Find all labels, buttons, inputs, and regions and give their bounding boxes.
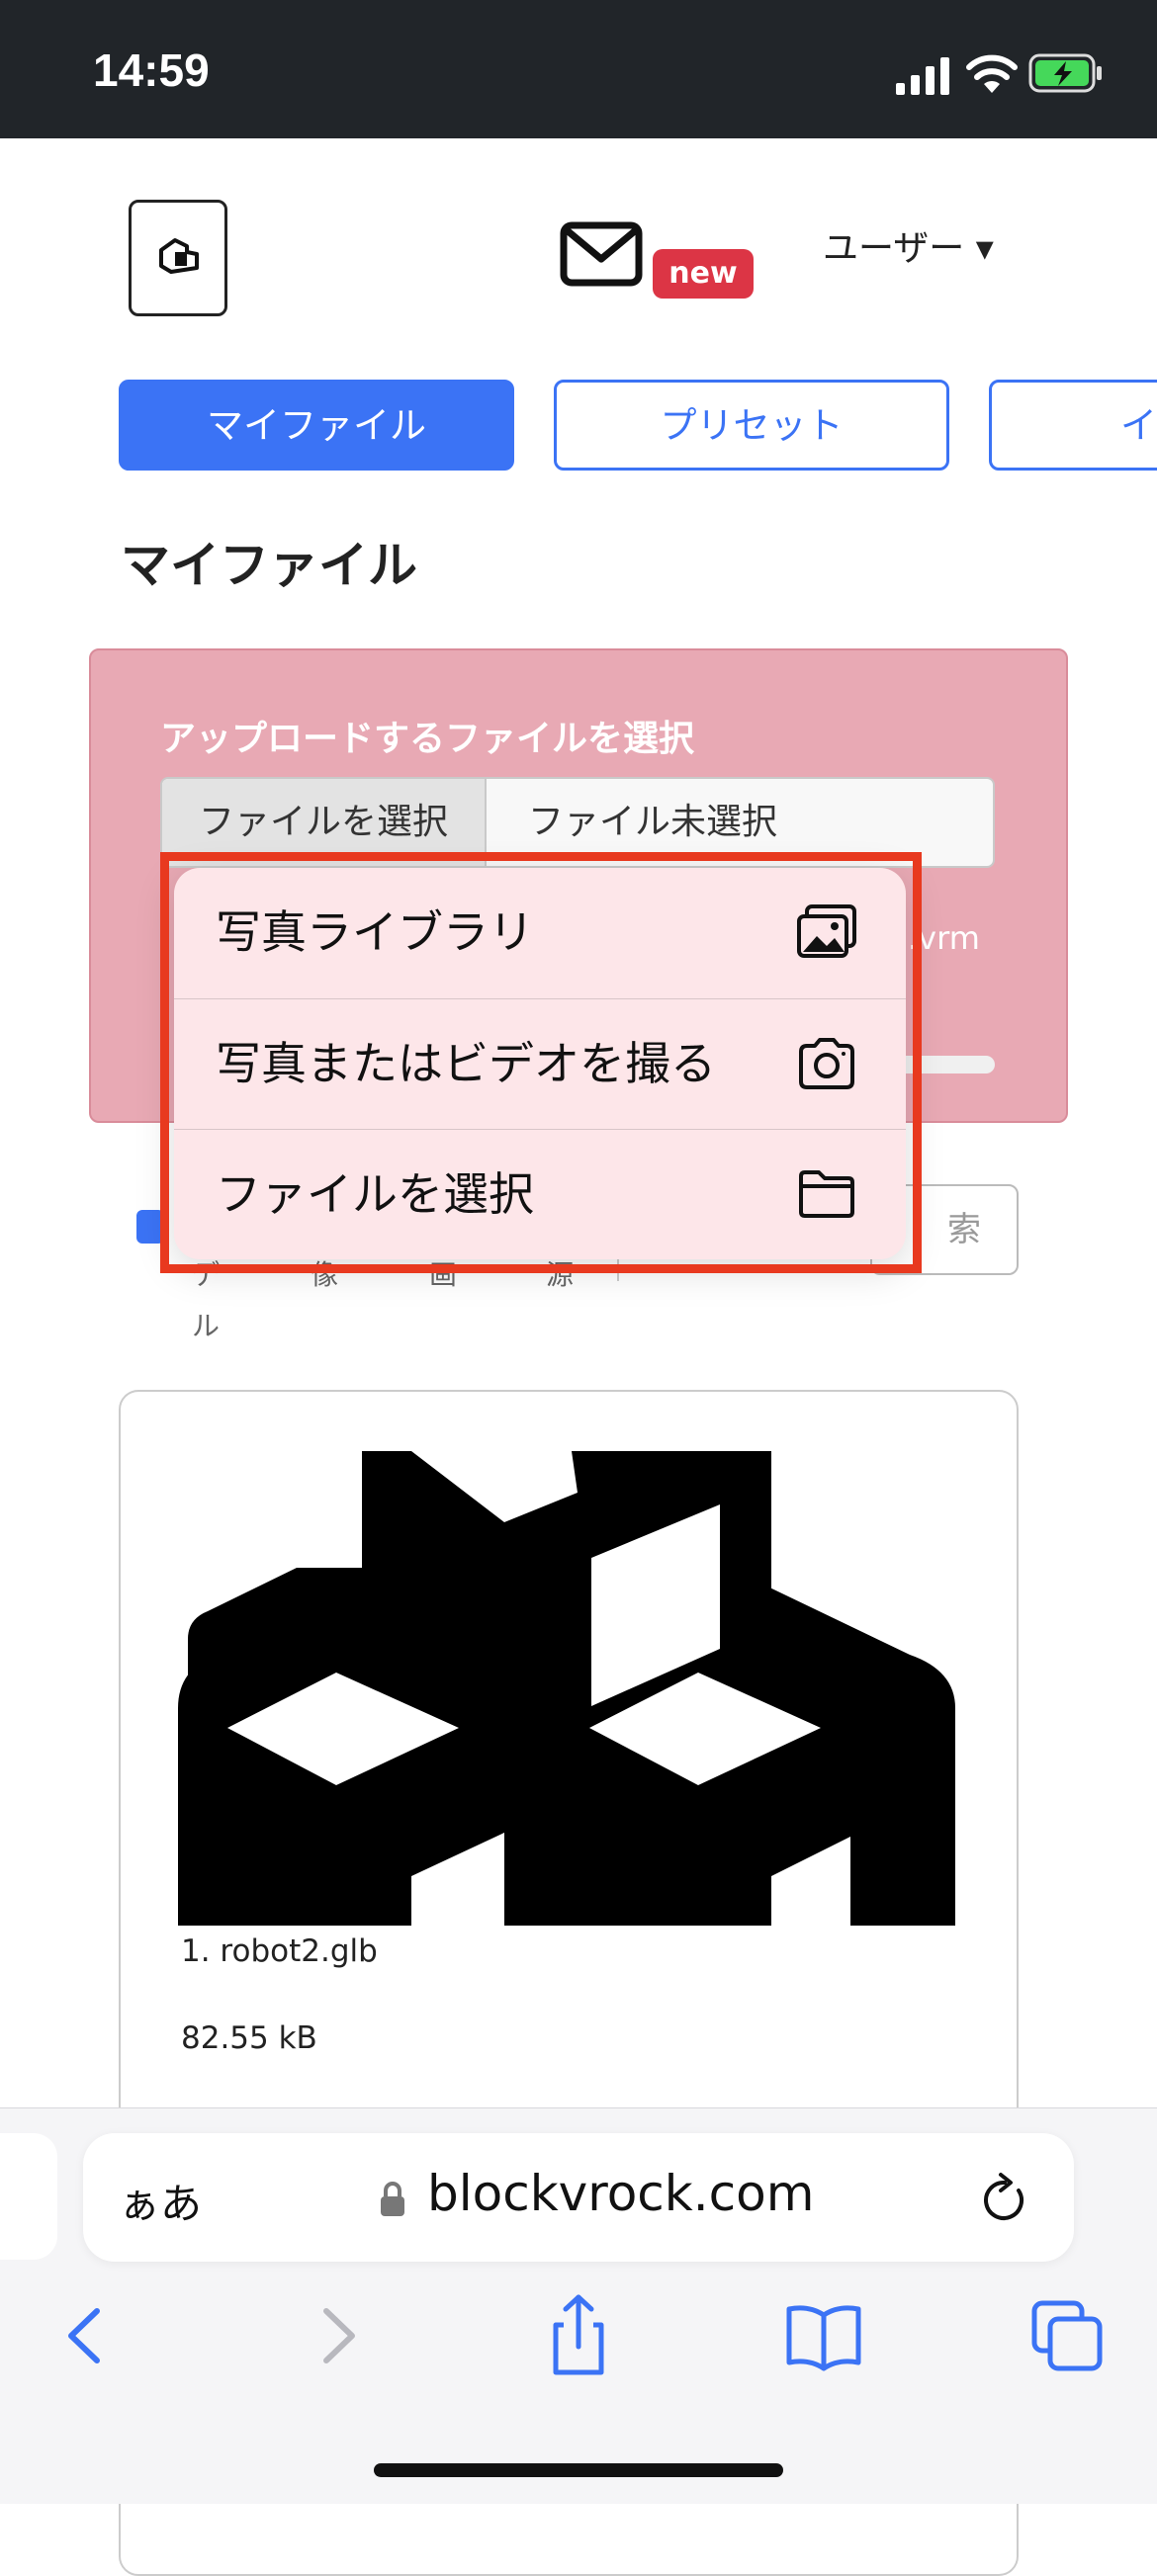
upload-label: アップロードするファイルを選択 <box>160 719 695 759</box>
page-title: マイファイル <box>121 537 417 594</box>
page-settings-button[interactable]: ぁあ <box>119 2171 202 2231</box>
filter-label-line2: ル <box>192 1310 221 1342</box>
tabs-icon[interactable] <box>1024 2291 1113 2380</box>
lock-icon <box>381 2182 404 2216</box>
logo-icon <box>159 238 199 274</box>
back-icon[interactable] <box>42 2291 131 2380</box>
highlight-box <box>160 852 922 1273</box>
previous-tab-peek[interactable] <box>0 2133 57 2260</box>
status-time: 14:59 <box>93 44 210 96</box>
file-name: 1. robot2.glb <box>181 1933 378 1969</box>
model-thumbnail-icon <box>178 1451 959 1926</box>
forward-icon[interactable] <box>293 2291 382 2380</box>
home-logo-button[interactable] <box>129 200 227 316</box>
tab-presets[interactable]: プリセット <box>554 380 949 471</box>
mail-icon <box>560 221 643 287</box>
reload-icon[interactable] <box>979 2171 1030 2226</box>
bookmarks-icon[interactable] <box>779 2291 868 2380</box>
home-indicator <box>374 2463 783 2477</box>
share-icon[interactable] <box>534 2291 623 2380</box>
url-domain[interactable]: blockvrock.com <box>427 2165 814 2222</box>
file-size: 82.55 kB <box>181 2020 317 2056</box>
new-badge: new <box>653 249 754 299</box>
user-dropdown[interactable]: ユーザー ▾ <box>823 219 994 271</box>
signal-icon <box>896 57 949 95</box>
tab-third[interactable]: イ <box>989 380 1157 471</box>
tab-my-files[interactable]: マイファイル <box>119 380 514 471</box>
wifi-icon <box>966 54 1018 93</box>
battery-icon <box>1028 53 1102 93</box>
